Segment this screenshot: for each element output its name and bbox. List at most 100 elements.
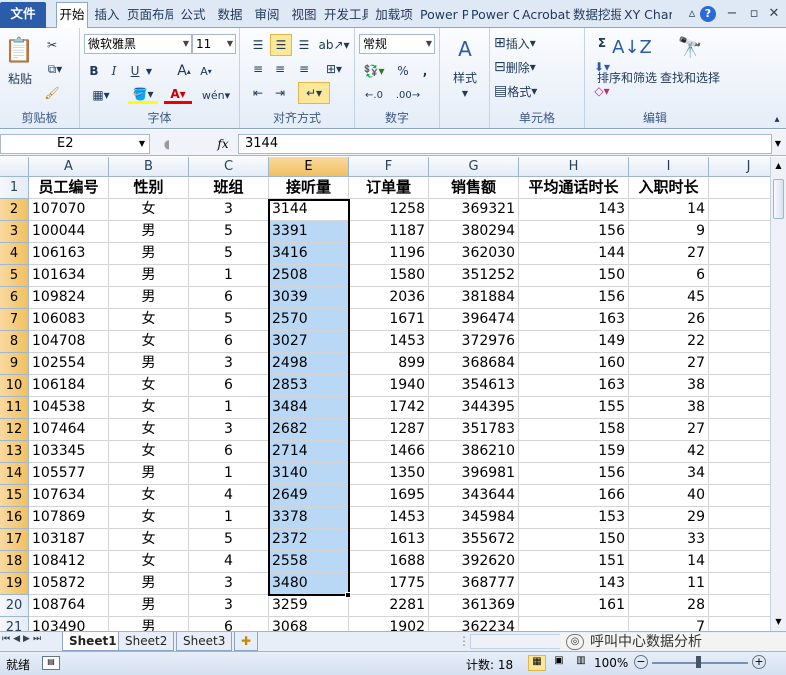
cell-calls[interactable]: 2558 [269, 551, 349, 573]
page-break-view-icon[interactable]: ▥ [572, 655, 590, 671]
cell-gender[interactable]: 男 [109, 463, 189, 485]
cell-team[interactable]: 6 [189, 617, 269, 631]
cell-avg-call-duration[interactable]: 159 [519, 441, 629, 463]
cell-employee-id[interactable]: 109824 [29, 287, 109, 309]
cell-orders[interactable]: 1671 [349, 309, 429, 331]
comma-button[interactable]: , [417, 62, 433, 80]
page-layout-view-icon[interactable]: ▣ [550, 655, 568, 671]
tab-data-mining[interactable]: 数据挖掘 [573, 3, 621, 28]
cell-team[interactable]: 4 [189, 551, 269, 573]
format-cells-button[interactable]: ▤ 格式 ▾ [494, 82, 554, 100]
cell-sales[interactable]: 355672 [429, 529, 519, 551]
cell-calls[interactable]: 3484 [269, 397, 349, 419]
chevron-down-icon[interactable]: ▼ [144, 62, 154, 80]
cell-tenure[interactable]: 29 [629, 507, 709, 529]
cell-calls[interactable]: 2372 [269, 529, 349, 551]
cell-employee-id[interactable]: 104708 [29, 331, 109, 353]
cell-calls[interactable]: 2682 [269, 419, 349, 441]
select-all-corner[interactable] [0, 157, 29, 177]
cell-avg-call-duration[interactable]: 155 [519, 397, 629, 419]
row-header[interactable]: 6 [0, 287, 29, 309]
new-sheet-icon[interactable]: ✚ [234, 632, 259, 651]
cell-tenure[interactable]: 26 [629, 309, 709, 331]
cell-tenure[interactable]: 38 [629, 397, 709, 419]
row-header[interactable]: 19 [0, 573, 29, 595]
binoculars-icon[interactable]: 🔭 [673, 32, 707, 62]
cell-employee-id[interactable]: 107869 [29, 507, 109, 529]
cell-col-j[interactable] [709, 397, 770, 419]
cell-orders[interactable]: 2036 [349, 287, 429, 309]
cell-tenure[interactable]: 27 [629, 243, 709, 265]
sort-filter-button[interactable]: 排序和筛选 [593, 68, 661, 86]
row-header[interactable]: 16 [0, 507, 29, 529]
cell-gender[interactable]: 女 [109, 507, 189, 529]
cell-orders[interactable]: 1287 [349, 419, 429, 441]
cell-avg-call-duration[interactable]: 163 [519, 309, 629, 331]
bold-button[interactable]: B [86, 62, 102, 80]
chevron-down-icon[interactable]: ▼ [455, 86, 475, 100]
align-center-icon[interactable]: ≡ [270, 60, 290, 78]
sheet-nav-icons[interactable]: ⏮◀▶⏭ [2, 634, 62, 650]
phonetic-icon[interactable]: wén▾ [202, 84, 230, 106]
cell-col-j[interactable] [709, 573, 770, 595]
cell-sales[interactable]: 362030 [429, 243, 519, 265]
cell-calls[interactable]: 3068 [269, 617, 349, 631]
cell-gender[interactable]: 女 [109, 331, 189, 353]
row-header[interactable]: 13 [0, 441, 29, 463]
cell-calls[interactable]: 3378 [269, 507, 349, 529]
cell-gender[interactable]: 女 [109, 529, 189, 551]
row-header[interactable]: 18 [0, 551, 29, 573]
cell-sales[interactable]: 351252 [429, 265, 519, 287]
cell-col-j[interactable] [709, 595, 770, 617]
cell-sales[interactable]: 354613 [429, 375, 519, 397]
cell-gender[interactable]: 女 [109, 551, 189, 573]
minimize-icon[interactable]: − [722, 4, 742, 24]
cell-tenure[interactable]: 9 [629, 221, 709, 243]
cell-gender[interactable]: 女 [109, 309, 189, 331]
cell-team[interactable]: 3 [189, 353, 269, 375]
borders-icon[interactable]: ▦▾ [86, 86, 116, 104]
tab-file[interactable]: 文件 [0, 2, 46, 28]
row-header[interactable]: 11 [0, 397, 29, 419]
cell-employee-id[interactable]: 107464 [29, 419, 109, 441]
row-header[interactable]: 8 [0, 331, 29, 353]
cell-avg-call-duration[interactable]: 149 [519, 331, 629, 353]
cell-calls[interactable]: 3259 [269, 595, 349, 617]
cell-orders[interactable]: 1902 [349, 617, 429, 631]
decrease-indent-icon[interactable]: ⇤ [248, 84, 268, 102]
cell-orders[interactable]: 1196 [349, 243, 429, 265]
cell-col-j[interactable] [709, 507, 770, 529]
header-cell-calls[interactable]: 接听量 [269, 177, 349, 199]
cell-team[interactable]: 6 [189, 287, 269, 309]
styles-icon[interactable]: A [448, 34, 482, 64]
cell-col-j[interactable] [709, 463, 770, 485]
decrease-decimal-icon[interactable]: .00→ [393, 86, 423, 104]
close-icon[interactable]: ✕ [764, 4, 784, 24]
cell-sales[interactable]: 361369 [429, 595, 519, 617]
align-middle-icon[interactable]: ☰ [270, 34, 292, 56]
row-header[interactable]: 7 [0, 309, 29, 331]
header-cell-sales[interactable]: 销售额 [429, 177, 519, 199]
cell-orders[interactable]: 1453 [349, 331, 429, 353]
row-header[interactable]: 1 [0, 177, 29, 199]
cell-sales[interactable]: 368684 [429, 353, 519, 375]
tab-review[interactable]: 审阅 [250, 3, 284, 28]
column-header-c[interactable]: C [189, 157, 269, 177]
worksheet-grid[interactable]: A B C E F G H I J 1 员工编号 性别 班组 接听量 订单量 销售额 平均通话… [0, 157, 770, 631]
cell-calls[interactable]: 3416 [269, 243, 349, 265]
row-header[interactable]: 9 [0, 353, 29, 375]
row-header[interactable]: 2 [0, 199, 29, 221]
header-cell-tenure[interactable]: 入职时长 [629, 177, 709, 199]
cell-orders[interactable]: 1187 [349, 221, 429, 243]
cell-gender[interactable]: 男 [109, 617, 189, 631]
cell-col-j[interactable] [709, 199, 770, 221]
cell-employee-id[interactable]: 107634 [29, 485, 109, 507]
number-format-select[interactable]: 常规 ▼ [359, 34, 435, 54]
align-left-icon[interactable]: ≡ [248, 60, 268, 78]
cell-orders[interactable]: 1453 [349, 507, 429, 529]
copy-icon[interactable]: ⧉▾ [40, 60, 70, 78]
row-header[interactable]: 5 [0, 265, 29, 287]
row-header[interactable]: 21 [0, 617, 29, 631]
header-cell-col-j[interactable] [709, 177, 770, 199]
cell-calls[interactable]: 2570 [269, 309, 349, 331]
